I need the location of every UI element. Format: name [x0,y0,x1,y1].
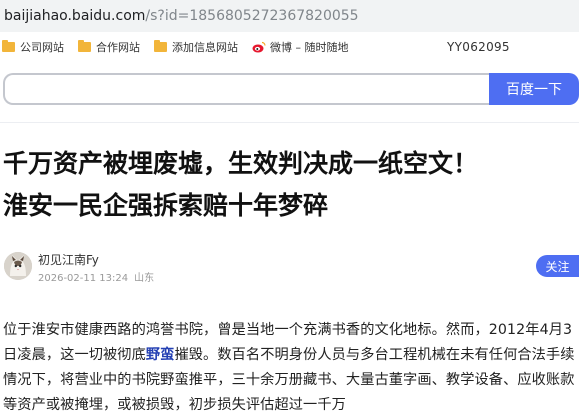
article-title: 千万资产被埋废墟，生效判决成一纸空文！ 淮安一民企强拆索赔十年梦碎 [3,143,573,227]
search-button[interactable]: 百度一下 [489,73,579,105]
keyword-link[interactable]: 野蛮 [146,347,175,363]
bookmark-label: 添加信息网站 [172,41,238,54]
bookmark-code-text: YY062095 [447,40,510,54]
address-bar[interactable]: baijiahao.baidu.com/s?id=185680527236782… [0,0,579,32]
cat-avatar-icon [4,252,32,280]
url-host: baijiahao.baidu.com [4,8,146,24]
bookmark-partner-sites[interactable]: 合作网站 [78,39,140,55]
bookmark-label: 合作网站 [96,41,140,54]
bookmark-company-sites[interactable]: 公司网站 [2,39,64,55]
publish-location: 山东 [134,273,155,284]
article-meta: 2026-02-11 13:24 山东 [38,269,160,284]
weibo-icon [252,41,266,53]
bookmark-weibo[interactable]: 微博 – 随时随地 [252,39,349,55]
search-input[interactable] [3,73,491,105]
article-title-line-1: 千万资产被埋废墟，生效判决成一纸空文！ [3,149,479,178]
bookmark-add-info-sites[interactable]: 添加信息网站 [154,39,238,55]
folder-icon [78,40,91,52]
author-avatar[interactable] [4,252,32,280]
follow-button[interactable]: 关注 [536,255,579,277]
bookmark-label: 微博 – 随时随地 [270,41,349,54]
article-paragraph: 位于淮安市健康西路的鸿誉书院，曾是当地一个充满书香的文化地标。然而，2012年4… [3,318,577,416]
author-name[interactable]: 初见江南Fy [38,251,99,268]
header-divider [0,122,579,123]
folder-icon [154,40,167,52]
folder-icon [2,40,15,52]
publish-date: 2026-02-11 13:24 [38,273,129,284]
bookmark-label: 公司网站 [20,41,64,54]
article-title-line-2: 淮安一民企强拆索赔十年梦碎 [3,191,329,220]
url-path: /s?id=1856805272367820055 [145,8,359,24]
